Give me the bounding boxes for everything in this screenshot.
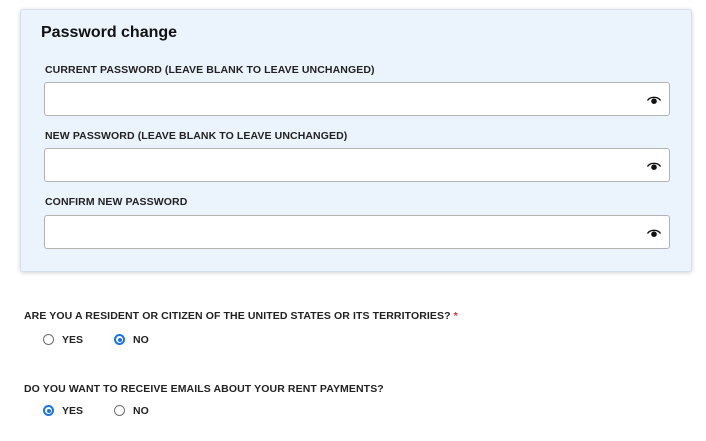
radio-label: NO	[133, 405, 149, 417]
new-password-label: NEW PASSWORD (LEAVE BLANK TO LEAVE UNCHA…	[45, 130, 348, 142]
email-question-text: DO YOU WANT TO RECEIVE EMAILS ABOUT YOUR…	[24, 383, 384, 395]
eye-icon[interactable]	[647, 162, 661, 171]
panel-title: Password change	[41, 24, 178, 41]
email-question: DO YOU WANT TO RECEIVE EMAILS ABOUT YOUR…	[24, 383, 384, 395]
password-change-panel: Password change CURRENT PASSWORD (LEAVE …	[20, 9, 692, 272]
residency-question: ARE YOU A RESIDENT OR CITIZEN OF THE UNI…	[24, 310, 458, 322]
radio-button[interactable]	[114, 334, 125, 345]
current-password-label: CURRENT PASSWORD (LEAVE BLANK TO LEAVE U…	[45, 64, 375, 76]
radio-label: YES	[62, 405, 84, 417]
eye-icon[interactable]	[647, 229, 661, 238]
confirm-password-input[interactable]	[45, 216, 669, 248]
required-marker: *	[453, 310, 458, 322]
radio-label: YES	[62, 334, 84, 346]
radio-button[interactable]	[114, 405, 125, 416]
radio-button[interactable]	[43, 334, 54, 345]
new-password-field[interactable]	[44, 148, 670, 182]
radio-button[interactable]	[43, 405, 54, 416]
current-password-field[interactable]	[44, 82, 670, 116]
eye-icon[interactable]	[647, 96, 661, 105]
radio-label: NO	[133, 334, 149, 346]
residency-question-text: ARE YOU A RESIDENT OR CITIZEN OF THE UNI…	[24, 310, 451, 322]
confirm-password-label: CONFIRM NEW PASSWORD	[45, 196, 188, 208]
new-password-input[interactable]	[45, 149, 669, 181]
confirm-password-field[interactable]	[44, 215, 670, 249]
current-password-input[interactable]	[45, 83, 669, 115]
